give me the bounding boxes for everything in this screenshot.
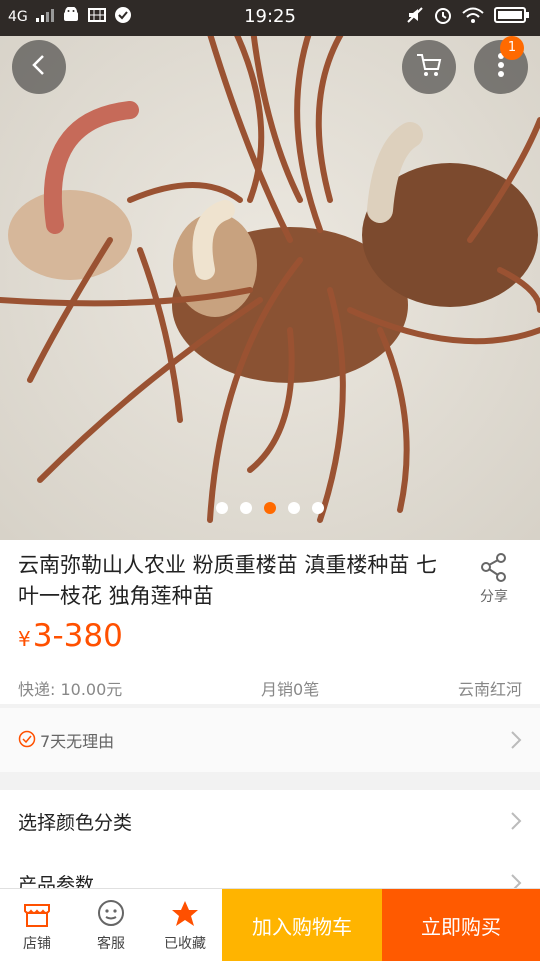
currency-symbol: ¥ — [18, 627, 31, 651]
favorite-tab[interactable]: 已收藏 — [148, 889, 222, 961]
star-icon — [148, 899, 222, 929]
customer-service-label: 客服 — [97, 936, 125, 952]
carousel-dot[interactable] — [216, 502, 228, 514]
product-meta: 快递: 10.00元 月销0笔 云南红河 — [18, 676, 522, 700]
check-circle-icon — [18, 730, 36, 752]
store-label: 店铺 — [23, 936, 51, 952]
carousel-dot[interactable] — [312, 502, 324, 514]
guarantee-text: 7天无理由 — [40, 732, 115, 751]
select-sku-row[interactable]: 选择颜色分类 — [0, 790, 540, 853]
customer-service-tab[interactable]: 客服 — [74, 889, 148, 961]
chat-face-icon — [74, 899, 148, 929]
select-sku-label: 选择颜色分类 — [18, 812, 133, 834]
chevron-left-icon — [29, 53, 49, 81]
carousel-indicator — [0, 502, 540, 514]
chevron-right-icon — [510, 730, 522, 754]
share-label: 分享 — [480, 589, 508, 605]
favorite-label: 已收藏 — [164, 936, 206, 952]
chevron-right-icon — [510, 811, 522, 835]
back-button[interactable] — [12, 40, 66, 94]
more-button[interactable]: 1 — [474, 36, 528, 94]
ship-from-location: 云南红河 — [457, 680, 522, 699]
shipping-fee: 快递: 10.00元 — [18, 680, 123, 699]
product-photo — [0, 0, 540, 540]
store-tab[interactable]: 店铺 — [0, 889, 74, 961]
alarm-icon — [434, 6, 452, 28]
price-range: 3-380 — [32, 618, 123, 654]
store-icon — [0, 899, 74, 929]
product-info: 云南弥勒山人农业 粉质重楼苗 滇重楼种苗 七叶一枝花 独角莲种苗 分享 ¥3-3… — [0, 540, 540, 704]
status-bar: 4G 19:25 — [0, 0, 540, 36]
share-icon — [468, 552, 520, 586]
share-button[interactable]: 分享 — [468, 552, 520, 606]
cart-count-badge: 1 — [500, 36, 524, 60]
carousel-dot[interactable] — [240, 502, 252, 514]
mute-icon — [406, 6, 424, 28]
product-image-carousel[interactable] — [0, 0, 540, 540]
price: ¥3-380 — [18, 618, 123, 654]
add-to-cart-button[interactable]: 加入购物车 — [222, 889, 382, 961]
service-guarantee-row[interactable]: 7天无理由 — [0, 708, 540, 772]
cart-button[interactable] — [402, 40, 456, 94]
carousel-dot[interactable] — [288, 502, 300, 514]
buy-now-button[interactable]: 立即购买 — [382, 889, 540, 961]
cart-icon — [415, 52, 443, 82]
wifi-icon — [462, 7, 484, 27]
battery-icon — [494, 7, 530, 27]
monthly-sales: 月销0笔 — [261, 680, 320, 699]
bottom-action-bar: 店铺 客服 已收藏 加入购物车 立即购买 — [0, 888, 540, 961]
product-title: 云南弥勒山人农业 粉质重楼苗 滇重楼种苗 七叶一枝花 独角莲种苗 — [18, 553, 438, 608]
carousel-dot-active[interactable] — [264, 502, 276, 514]
